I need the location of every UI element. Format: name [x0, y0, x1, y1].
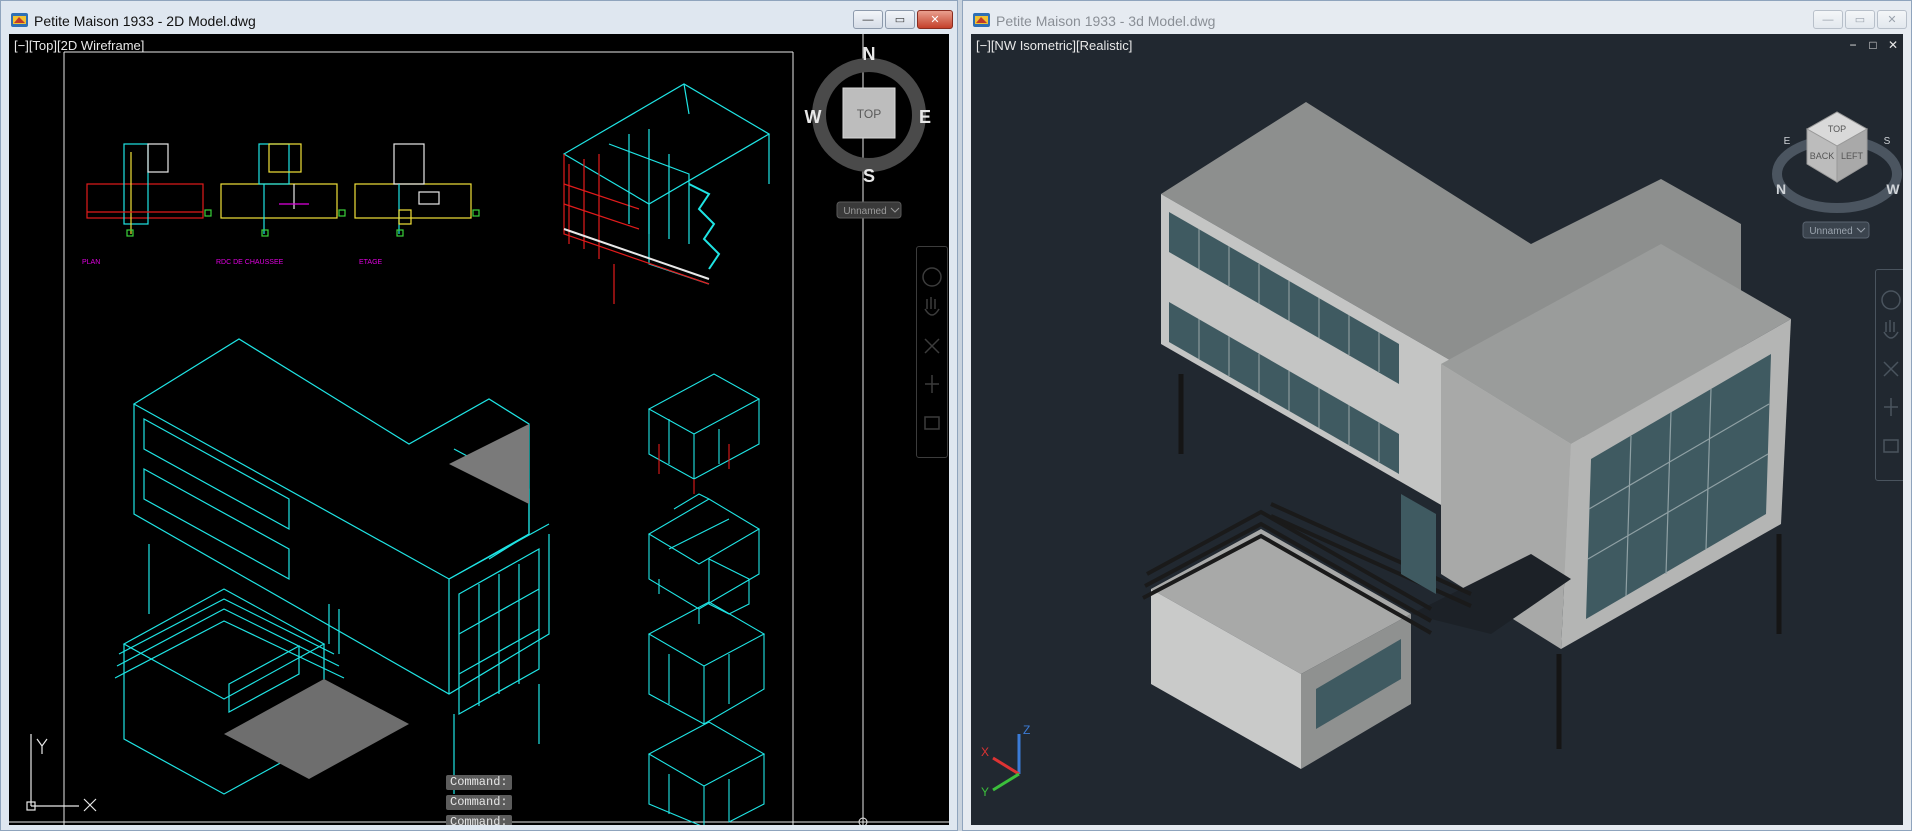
minimize-button[interactable]: — — [1813, 10, 1843, 29]
zoom-icon — [924, 338, 940, 354]
plan-label-1: PLAN — [82, 259, 100, 266]
compass-w: W — [805, 107, 822, 127]
close-icon: ✕ — [1887, 14, 1897, 26]
restore-icon: ▭ — [1854, 14, 1866, 26]
section-axonometric — [562, 83, 771, 304]
dwg-file-icon — [11, 13, 28, 27]
viewport-restore-button[interactable]: □ — [1867, 38, 1879, 52]
viewcube-left-label: LEFT — [1841, 151, 1864, 161]
ucs-menu-button[interactable]: Unnamed — [1802, 221, 1870, 239]
thumbnail-3 — [647, 601, 766, 725]
compass-n: N — [863, 44, 876, 64]
command-prompt[interactable]: Command: — [446, 815, 512, 825]
navigation-bar-icons — [922, 267, 942, 430]
viewcube-back-label: BACK — [1810, 151, 1835, 161]
viewcube-face-label: TOP — [857, 107, 881, 121]
pan-hand-icon — [924, 297, 940, 316]
drawing-window-3d[interactable]: Petite Maison 1933 - 3d Model.dwg — ▭ ✕ — [962, 0, 1912, 831]
viewport-close-button[interactable]: ✕ — [1887, 38, 1899, 52]
steering-wheel-icon — [1881, 290, 1901, 310]
navigation-bar-icons — [1881, 290, 1901, 453]
navigation-bar[interactable] — [916, 246, 948, 458]
restore-icon: ▭ — [894, 14, 906, 26]
model-viewport-2d[interactable]: PLAN RDC DE CHAUSSEE ETAGE TOP N S E W U… — [9, 34, 949, 825]
viewport-label[interactable]: [−][Top][2D Wireframe] — [14, 38, 144, 53]
dwg-file-icon — [973, 13, 990, 27]
compass-n: N — [1776, 181, 1786, 197]
window-title: Petite Maison 1933 - 3d Model.dwg — [996, 13, 1216, 29]
floor-plan-labels: PLAN RDC DE CHAUSSEE ETAGE — [82, 259, 383, 266]
ucs-z-label: Z — [1023, 723, 1030, 737]
restore-button[interactable]: ▭ — [1845, 10, 1875, 29]
thumbnail-1 — [647, 373, 761, 494]
window-title: Petite Maison 1933 - 2D Model.dwg — [34, 13, 256, 29]
close-button[interactable]: ✕ — [917, 10, 953, 29]
ucs-menu-label: Unnamed — [1809, 226, 1852, 237]
restore-button[interactable]: ▭ — [885, 10, 915, 29]
floor-plan-2 — [220, 143, 346, 237]
ucs-x-label: X — [981, 745, 989, 759]
minimize-icon: — — [1822, 13, 1834, 26]
plan-label-3: ETAGE — [359, 259, 383, 266]
minimize-button[interactable]: — — [853, 10, 883, 29]
compass-s: S — [1884, 136, 1891, 147]
compass-w: W — [1886, 181, 1900, 197]
render-canvas[interactable]: TOP BACK LEFT N W E S Unnamed Z X Y — [971, 34, 1903, 825]
house-shaded-model — [1142, 102, 1791, 769]
pan-hand-icon — [1883, 320, 1899, 339]
thumbnail-4 — [647, 721, 766, 825]
floor-plan-3 — [354, 143, 480, 237]
viewcube-3d[interactable]: TOP BACK LEFT N W E S — [1772, 111, 1902, 213]
minimize-icon: — — [862, 13, 874, 26]
showmotion-icon — [924, 416, 940, 430]
house-shaded-faces — [224, 424, 529, 779]
compass-e: E — [919, 107, 931, 127]
layout-frame — [9, 34, 949, 825]
ucs-menu-label: Unnamed — [843, 206, 886, 217]
zoom-icon — [1883, 361, 1899, 377]
ucs-y-label: Y — [981, 785, 989, 799]
close-icon: ✕ — [930, 14, 940, 26]
close-button[interactable]: ✕ — [1877, 10, 1907, 29]
ucs-icon — [26, 734, 97, 812]
drawing-window-2d[interactable]: Petite Maison 1933 - 2D Model.dwg — ▭ ✕ — [0, 0, 958, 831]
compass-e: E — [1784, 136, 1791, 147]
viewcube-compass[interactable]: TOP N S E W — [805, 44, 932, 186]
navigation-bar[interactable] — [1875, 269, 1903, 481]
orbit-icon — [1884, 398, 1898, 416]
floor-plan-1 — [86, 143, 212, 237]
viewport-controls: − □ ✕ — [1847, 38, 1899, 52]
compass-s: S — [863, 166, 875, 186]
command-history-1: Command: — [446, 775, 512, 790]
viewcube-top-label: TOP — [1828, 124, 1846, 134]
steering-wheel-icon — [922, 267, 942, 287]
ucs-3d-icon: Z X Y — [981, 723, 1030, 799]
plan-label-2: RDC DE CHAUSSEE — [216, 259, 284, 266]
viewport-minimize-button[interactable]: − — [1847, 38, 1859, 52]
showmotion-icon — [1883, 439, 1899, 453]
orbit-icon — [925, 375, 939, 393]
command-history-2: Command: — [446, 795, 512, 810]
ucs-menu-button[interactable]: Unnamed — [836, 201, 902, 219]
drawing-canvas[interactable]: PLAN RDC DE CHAUSSEE ETAGE TOP N S E W U… — [9, 34, 949, 825]
viewport-label[interactable]: [−][NW Isometric][Realistic] — [976, 38, 1132, 53]
model-viewport-3d[interactable]: TOP BACK LEFT N W E S Unnamed Z X Y [−][… — [971, 34, 1903, 825]
